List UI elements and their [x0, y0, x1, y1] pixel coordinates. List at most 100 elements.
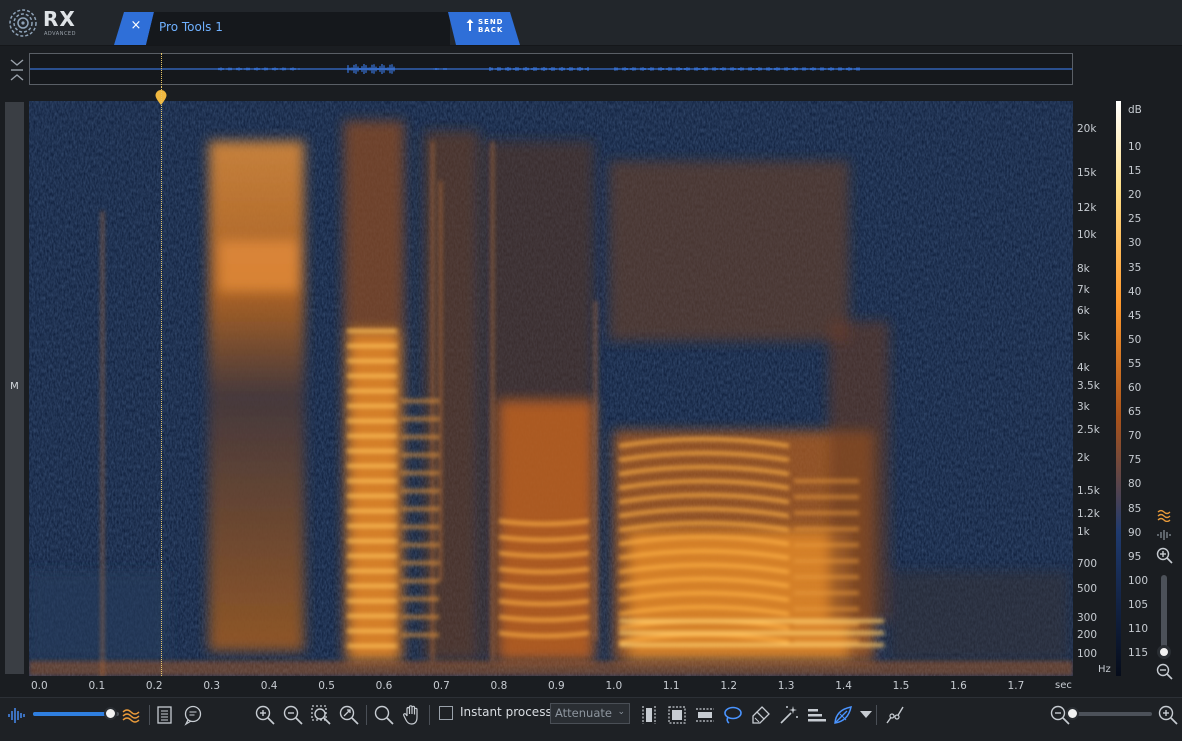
db-tick: 50	[1128, 333, 1142, 346]
db-tick: 115	[1128, 647, 1149, 660]
magnify-icon[interactable]	[373, 704, 395, 726]
time-tick: 1.4	[835, 680, 852, 692]
time-tick: 1.2	[720, 680, 738, 692]
frequency-tick: 1k	[1077, 526, 1090, 538]
zoom-selection-icon[interactable]	[310, 704, 332, 726]
time-tick: 0.8	[490, 680, 508, 692]
curve-icon[interactable]	[884, 704, 906, 726]
frequency-tick: 1.2k	[1077, 508, 1100, 520]
send-back-line1: SEND	[478, 18, 504, 26]
rectangle-select-icon[interactable]	[666, 704, 688, 726]
logo-text: RX	[43, 7, 76, 31]
hand-icon[interactable]	[401, 704, 423, 726]
magic-wand-icon[interactable]	[778, 704, 800, 726]
tab-pro-tools[interactable]: × Pro Tools 1 SEND BACK	[114, 12, 520, 45]
db-tick: 65	[1128, 406, 1142, 419]
spectrogram-icon[interactable]	[121, 704, 143, 726]
frequency-tick: 2.5k	[1077, 424, 1100, 436]
time-tick: 1.3	[777, 680, 795, 692]
waveform-icon[interactable]	[1156, 529, 1174, 541]
playhead-line	[161, 86, 162, 676]
spectrogram-display[interactable]	[29, 101, 1073, 676]
time-tick: 0.0	[31, 680, 48, 692]
blend-slider-knob[interactable]	[104, 707, 117, 720]
spectrogram-band	[499, 401, 594, 661]
frequency-select-icon[interactable]	[694, 704, 716, 726]
spectrogram-band	[889, 571, 1069, 661]
instant-process-mode-select[interactable]: Attenuate ⌄	[550, 703, 630, 724]
toolbar-divider	[366, 705, 367, 725]
transient-streak	[439, 181, 442, 581]
vertical-zoom-controls	[1152, 505, 1178, 685]
time-tick: 0.5	[318, 680, 335, 692]
db-tick: 10	[1128, 141, 1142, 153]
db-tick: 85	[1128, 502, 1142, 515]
toolbar-divider	[429, 705, 430, 725]
zoom-out-icon[interactable]	[1156, 663, 1174, 681]
zoom-out-icon[interactable]	[282, 704, 304, 726]
frequency-tick: 10k	[1077, 229, 1097, 241]
db-axis-label: dB	[1128, 104, 1142, 116]
zoom-in-icon[interactable]	[254, 704, 276, 726]
frequency-tick: 7k	[1077, 284, 1090, 296]
frequency-tick: 200	[1077, 629, 1098, 641]
mode-select-value: Attenuate	[555, 706, 612, 720]
bottom-toolbar: Instant process Attenuate ⌄	[0, 697, 1182, 741]
spectrogram-band	[29, 571, 169, 661]
frequency-axis: 20k 15k 12k 10k 8k 7k 6k 5k 4k 3.5k 3k 2.5k 2k 1.5k 1.…	[1073, 101, 1113, 676]
send-back-line2: BACK	[478, 26, 504, 34]
db-tick: 55	[1128, 357, 1142, 370]
frequency-tick: 3k	[1077, 401, 1090, 413]
frequency-tick: 12k	[1077, 202, 1097, 214]
logo-subtext: ADVANCED	[44, 31, 76, 37]
gain-icon[interactable]	[832, 704, 854, 726]
time-tick: 1.6	[950, 680, 967, 692]
time-tick: 0.1	[88, 680, 106, 692]
frequency-tick: 5k	[1077, 331, 1090, 343]
zoom-fit-icon[interactable]	[338, 704, 360, 726]
waveform-overview[interactable]	[29, 53, 1073, 85]
brush-icon[interactable]	[750, 704, 772, 726]
harmonic-select-icon[interactable]	[806, 704, 828, 726]
toolbar-divider	[149, 705, 150, 725]
db-tick: 30	[1128, 237, 1142, 250]
horizontal-zoom-knob[interactable]	[1066, 707, 1079, 720]
time-tick: 0.3	[203, 680, 221, 692]
time-tick: 1.7	[1007, 680, 1025, 692]
db-color-scale	[1116, 101, 1121, 676]
db-tick: 20	[1128, 189, 1142, 202]
low-frequency-band	[29, 661, 1073, 676]
transient-streak	[431, 141, 434, 661]
tab-close-icon[interactable]: ×	[129, 18, 143, 34]
db-tick: 70	[1128, 430, 1142, 443]
channel-strip[interactable]: M	[5, 102, 24, 674]
time-select-icon[interactable]	[638, 704, 660, 726]
up-arrow-icon	[466, 19, 474, 31]
db-tick: 35	[1128, 261, 1142, 274]
rx-logo: RX ADVANCED	[6, 6, 86, 40]
send-back-label: SEND BACK	[478, 18, 504, 34]
history-list-icon[interactable]	[154, 704, 176, 726]
db-tick: 105	[1128, 598, 1149, 611]
db-tick: 95	[1128, 550, 1142, 563]
frequency-tick: 700	[1077, 558, 1098, 570]
waveform-icon[interactable]	[6, 704, 28, 726]
collapse-overview-icon[interactable]	[8, 57, 26, 83]
transient-streak	[101, 211, 104, 676]
dropdown-arrow-icon[interactable]	[855, 704, 877, 726]
frequency-tick: 6k	[1077, 305, 1090, 317]
send-back-button[interactable]: SEND BACK	[452, 12, 520, 45]
zoom-in-icon[interactable]	[1156, 547, 1174, 565]
lasso-icon[interactable]	[722, 704, 744, 726]
comment-icon[interactable]	[182, 704, 204, 726]
spectrogram-icon[interactable]	[1156, 508, 1174, 522]
frequency-tick: 8k	[1077, 263, 1090, 275]
db-tick: 60	[1128, 382, 1142, 394]
frequency-tick: 20k	[1077, 123, 1097, 135]
instant-process-checkbox[interactable]	[439, 706, 453, 720]
frequency-tick: 300	[1077, 612, 1098, 624]
db-tick: 80	[1128, 478, 1142, 491]
frequency-unit: Hz	[1098, 664, 1111, 675]
zoom-in-icon[interactable]	[1157, 704, 1179, 726]
vertical-zoom-knob[interactable]	[1157, 645, 1171, 659]
